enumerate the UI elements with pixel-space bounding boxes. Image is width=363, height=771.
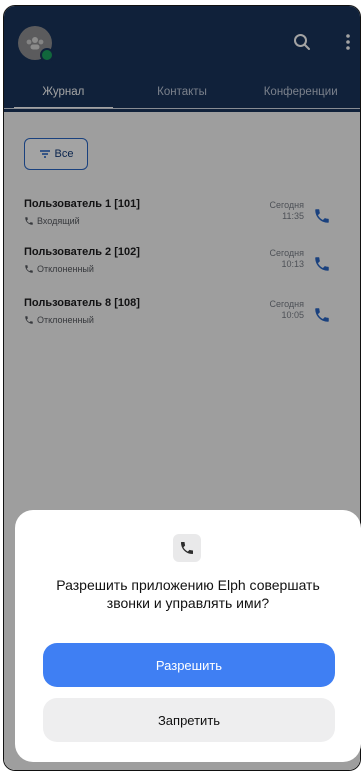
permission-dialog: Разрешить приложению Elph совершать звон…: [15, 510, 361, 762]
allow-button[interactable]: Разрешить: [43, 643, 335, 687]
deny-button[interactable]: Запретить: [43, 698, 335, 742]
phone-icon: [173, 534, 201, 562]
dialog-title: Разрешить приложению Elph совершать звон…: [56, 577, 320, 611]
